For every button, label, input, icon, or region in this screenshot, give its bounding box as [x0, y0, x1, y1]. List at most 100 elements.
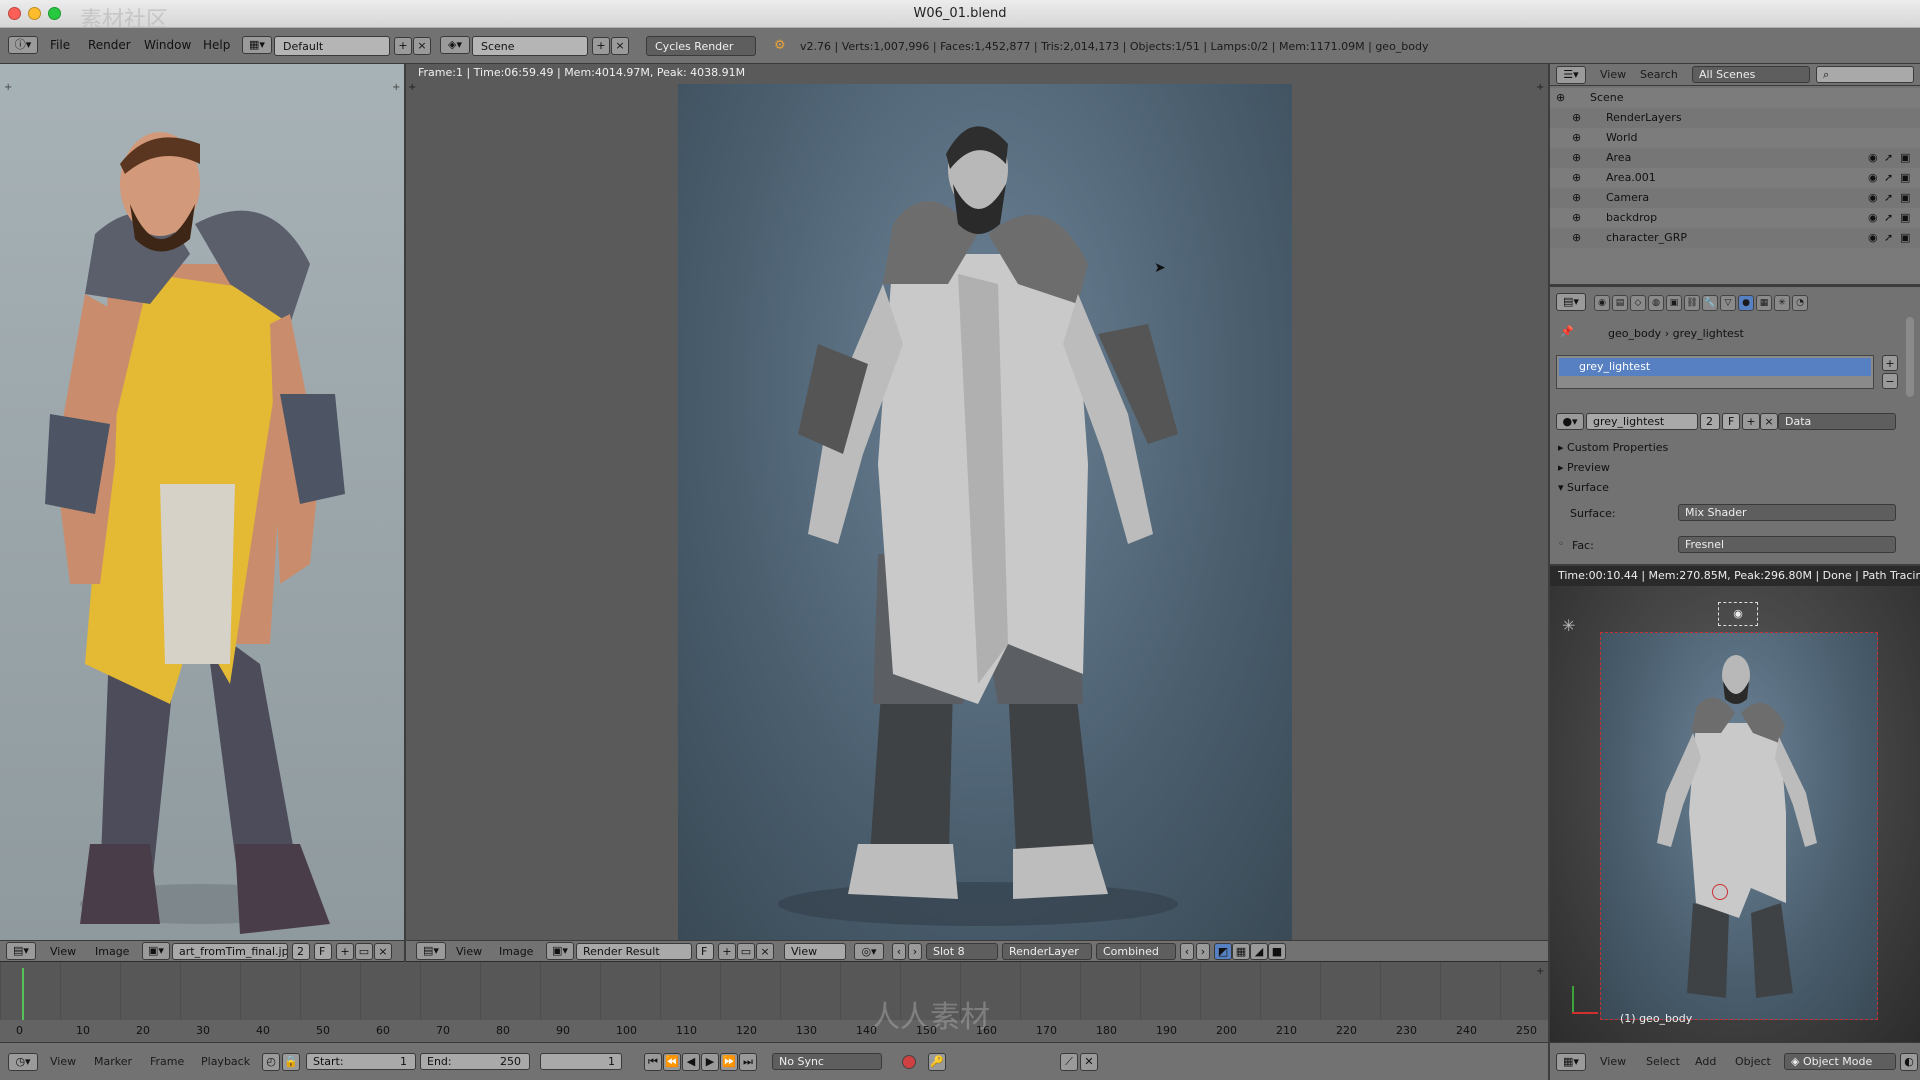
lock-icon[interactable]: 🔒	[282, 1053, 300, 1071]
display-mode-select[interactable]: All Scenes	[1692, 66, 1810, 83]
outliner-row[interactable]: ⊕ Area ◉ ➚ ▣	[1550, 148, 1920, 168]
screen-layout-field[interactable]: Default	[274, 36, 390, 56]
render-visibility-icon[interactable]: ▣	[1900, 211, 1910, 224]
material-browse-icon[interactable]: ●▾	[1556, 413, 1584, 430]
prev-pass-icon[interactable]: ‹	[1180, 943, 1194, 960]
pivot-icon[interactable]: ◎▾	[854, 943, 884, 960]
next-keyframe-icon[interactable]: ⏩	[720, 1053, 738, 1071]
3d-viewport-camera[interactable]: Time:00:10.44 | Mem:270.85M, Peak:296.80…	[1550, 566, 1920, 1042]
play-reverse-icon[interactable]: ◀	[682, 1053, 700, 1071]
material-users-count[interactable]: 2	[1700, 413, 1720, 430]
insert-keyframe-icon[interactable]: ⟋	[1060, 1053, 1078, 1071]
ref-image-name-field[interactable]: art_fromTim_final.jpg	[172, 943, 288, 960]
expand-icon[interactable]: ⊕	[1572, 111, 1581, 124]
add-scene-button[interactable]: +	[592, 37, 610, 55]
cursor-select-icon[interactable]: ➚	[1884, 171, 1893, 184]
viewport-select-menu[interactable]: Select	[1646, 1055, 1680, 1068]
properties-scrollbar[interactable]	[1906, 317, 1914, 397]
timeline-frame-menu[interactable]: Frame	[150, 1055, 184, 1068]
scene-tab-icon[interactable]: ◇	[1630, 295, 1646, 311]
cursor-select-icon[interactable]: ➚	[1884, 211, 1893, 224]
region-corner-icon[interactable]: +	[1536, 82, 1544, 93]
modifiers-tab-icon[interactable]: 🔧	[1702, 295, 1718, 311]
render-image-menu[interactable]: Image	[499, 945, 533, 958]
object-tab-icon[interactable]: ▣	[1666, 295, 1682, 311]
eye-icon[interactable]: ◉	[1868, 171, 1878, 184]
expand-icon[interactable]: ⊕	[1572, 131, 1581, 144]
color-alpha-icon[interactable]: ◩	[1214, 943, 1232, 960]
outliner-row[interactable]: ⊕ backdrop ◉ ➚ ▣	[1550, 208, 1920, 228]
next-pass-icon[interactable]: ›	[1196, 943, 1210, 960]
world-tab-icon[interactable]: ◍	[1648, 295, 1664, 311]
menu-window[interactable]: Window	[144, 38, 191, 52]
editor-type-button[interactable]: ▤▾	[6, 942, 36, 960]
cursor-select-icon[interactable]: ➚	[1884, 151, 1893, 164]
channels-icon[interactable]: ■	[1268, 943, 1286, 960]
constraints-tab-icon[interactable]: ⛓	[1684, 295, 1700, 311]
outliner-row[interactable]: ⊕ World	[1550, 128, 1920, 148]
fake-user-button[interactable]: F	[1722, 413, 1740, 430]
start-frame-field[interactable]: Start: 1	[306, 1053, 416, 1070]
clock-icon[interactable]: ◴	[262, 1053, 280, 1071]
render-layer-select[interactable]: RenderLayer	[1002, 943, 1092, 960]
add-layout-button[interactable]: +	[394, 37, 412, 55]
expand-icon[interactable]: ⊕	[1572, 231, 1581, 244]
editor-type-button[interactable]: ▦▾	[1556, 1053, 1586, 1071]
data-tab-icon[interactable]: ▽	[1720, 295, 1736, 311]
link-data-select[interactable]: Data	[1778, 413, 1896, 430]
expand-icon[interactable]: ⊕	[1556, 91, 1565, 104]
prev-slot-icon[interactable]: ‹	[892, 943, 906, 960]
3d-cursor-icon[interactable]	[1712, 884, 1728, 900]
outliner-search-menu[interactable]: Search	[1640, 68, 1678, 81]
sync-mode-select[interactable]: No Sync	[772, 1053, 882, 1070]
add-slot-button[interactable]: +	[1882, 355, 1898, 371]
editor-type-button[interactable]: ▤▾	[416, 942, 446, 960]
timeline-editor[interactable]: 人人素材 0 10 20 30 40 50 60 70 80 90 100 110 120 130 140 1…	[0, 962, 1548, 1042]
image-users-count[interactable]: 2	[292, 943, 310, 960]
cursor-select-icon[interactable]: ➚	[1884, 191, 1893, 204]
render-visibility-icon[interactable]: ▣	[1900, 171, 1910, 184]
menu-help[interactable]: Help	[203, 38, 230, 52]
outliner-row[interactable]: ⊕ Scene	[1550, 88, 1920, 108]
current-frame-marker[interactable]	[22, 968, 24, 1022]
slot-select[interactable]: Slot 8	[926, 943, 998, 960]
layers-tab-icon[interactable]: ▤	[1612, 295, 1628, 311]
render-result-name-field[interactable]: Render Result	[576, 943, 692, 960]
render-visibility-icon[interactable]: ▣	[1900, 191, 1910, 204]
new-material-icon[interactable]: +	[1742, 413, 1760, 430]
particles-tab-icon[interactable]: ✳	[1774, 295, 1790, 311]
new-image-icon[interactable]: +	[336, 943, 354, 960]
render-view-menu[interactable]: View	[456, 945, 482, 958]
editor-type-info-button[interactable]: ⓘ▾	[8, 36, 38, 54]
prev-keyframe-icon[interactable]: ⏪	[663, 1053, 681, 1071]
editor-type-button[interactable]: ☰▾	[1556, 66, 1586, 84]
outliner-row[interactable]: ⊕ character_GRP ◉ ➚ ▣	[1550, 228, 1920, 248]
pin-icon[interactable]: 📌	[1560, 325, 1574, 338]
viewport-add-menu[interactable]: Add	[1695, 1055, 1716, 1068]
cursor-select-icon[interactable]: ➚	[1884, 231, 1893, 244]
section-custom-properties[interactable]: ▸ Custom Properties	[1558, 441, 1668, 454]
image-browse-icon[interactable]: ▣▾	[546, 942, 574, 960]
render-visibility-icon[interactable]: ▣	[1900, 231, 1910, 244]
expand-icon[interactable]: ⊕	[1572, 171, 1581, 184]
region-corner-icon[interactable]: +	[408, 82, 416, 93]
area-light-icon[interactable]: ◉	[1718, 602, 1758, 626]
expand-icon[interactable]: ⊕	[1572, 151, 1581, 164]
interaction-mode-select[interactable]: ◈ Object Mode	[1784, 1053, 1896, 1070]
region-corner-icon[interactable]: +	[1536, 966, 1544, 977]
menu-render[interactable]: Render	[88, 38, 131, 52]
viewport-object-menu[interactable]: Object	[1735, 1055, 1771, 1068]
next-slot-icon[interactable]: ›	[908, 943, 922, 960]
outliner-search-input[interactable]: ⌕	[1816, 66, 1914, 83]
ref-view-menu[interactable]: View	[50, 945, 76, 958]
scene-icon[interactable]: ◈▾	[440, 36, 470, 54]
eye-icon[interactable]: ◉	[1868, 191, 1878, 204]
viewport-shading-icon[interactable]: ◐	[1900, 1053, 1918, 1071]
render-engine-select[interactable]: Cycles Render	[646, 36, 756, 56]
region-corner-icon[interactable]: +	[4, 82, 12, 93]
open-image-icon[interactable]: ▭	[737, 943, 755, 960]
timeline-marker-menu[interactable]: Marker	[94, 1055, 132, 1068]
fake-user-button[interactable]: F	[314, 943, 332, 960]
open-image-icon[interactable]: ▭	[355, 943, 373, 960]
light-object-icon[interactable]: ✳	[1562, 616, 1575, 635]
